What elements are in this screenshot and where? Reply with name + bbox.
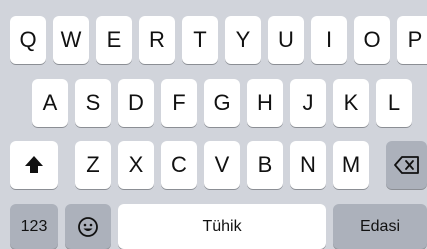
key-d[interactable]: D xyxy=(118,79,154,127)
key-a[interactable]: A xyxy=(32,79,68,127)
key-v[interactable]: V xyxy=(204,141,240,189)
key-u[interactable]: U xyxy=(268,16,304,64)
key-n[interactable]: N xyxy=(290,141,326,189)
key-q[interactable]: Q xyxy=(10,16,46,64)
key-c[interactable]: C xyxy=(161,141,197,189)
key-x[interactable]: X xyxy=(118,141,154,189)
key-p[interactable]: P xyxy=(397,16,427,64)
delete-key[interactable] xyxy=(386,141,427,189)
key-z[interactable]: Z xyxy=(75,141,111,189)
key-h[interactable]: H xyxy=(247,79,283,127)
shift-arrow-icon xyxy=(23,154,45,176)
numbers-key[interactable]: 123 xyxy=(10,204,58,249)
key-y[interactable]: Y xyxy=(225,16,261,64)
key-l[interactable]: L xyxy=(376,79,412,127)
key-t[interactable]: T xyxy=(182,16,218,64)
shift-key[interactable] xyxy=(10,141,58,189)
key-o[interactable]: O xyxy=(354,16,390,64)
return-key[interactable]: Edasi xyxy=(333,204,427,249)
key-b[interactable]: B xyxy=(247,141,283,189)
backspace-icon xyxy=(393,155,420,175)
key-m[interactable]: M xyxy=(333,141,369,189)
space-key[interactable]: Tühik xyxy=(118,204,326,249)
key-i[interactable]: I xyxy=(311,16,347,64)
key-f[interactable]: F xyxy=(161,79,197,127)
key-k[interactable]: K xyxy=(333,79,369,127)
key-e[interactable]: E xyxy=(96,16,132,64)
key-g[interactable]: G xyxy=(204,79,240,127)
key-j[interactable]: J xyxy=(290,79,326,127)
emoji-key[interactable] xyxy=(65,204,111,249)
emoji-face-icon xyxy=(77,216,99,238)
key-w[interactable]: W xyxy=(53,16,89,64)
key-s[interactable]: S xyxy=(75,79,111,127)
key-r[interactable]: R xyxy=(139,16,175,64)
